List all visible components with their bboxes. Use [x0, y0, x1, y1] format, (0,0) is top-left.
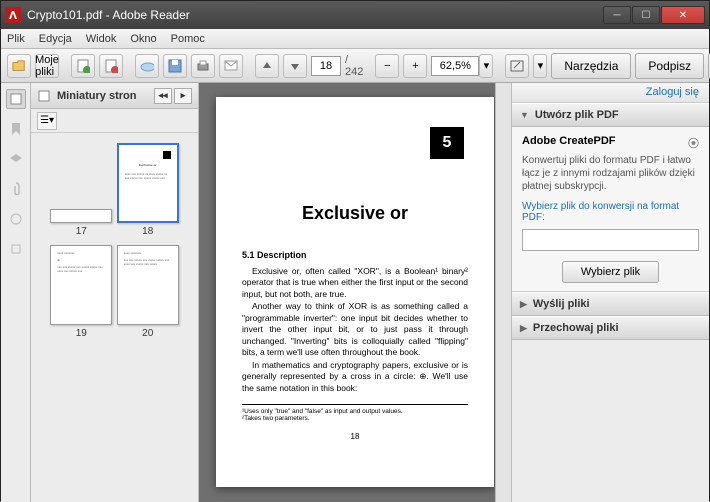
section-heading: 5.1 Description: [242, 250, 468, 260]
toolbar: Moje pliki / 242 − + ▾ ▾ Narzędzia Podpi…: [1, 49, 709, 83]
thumb-prev-button[interactable]: ◂◂: [154, 88, 172, 104]
extra-tab-icon[interactable]: [6, 239, 26, 259]
page-separator: / 242: [345, 54, 363, 78]
zoom-out-button[interactable]: −: [375, 54, 399, 78]
create-pdf-accordion-head[interactable]: ▼Utwórz plik PDF: [512, 103, 709, 127]
choose-file-button[interactable]: Wybierz plik: [562, 261, 659, 283]
thumbnail-18[interactable]: Exclusive orxxxx xxx xxxxx xx xxxx xxxxx…: [117, 143, 179, 237]
maximize-button[interactable]: ☐: [632, 6, 660, 24]
minimize-button[interactable]: ─: [603, 6, 631, 24]
my-files-button[interactable]: Moje pliki: [35, 54, 59, 78]
thumbnails-list[interactable]: 17 Exclusive orxxxx xxx xxxxx xx xxxx xx…: [31, 133, 198, 502]
document-view[interactable]: 5 Exclusive or 5.1 Description Exclusive…: [199, 83, 511, 502]
menu-view[interactable]: Widok: [86, 33, 117, 45]
sign-in-link[interactable]: Zaloguj się: [512, 83, 709, 103]
page-down-button[interactable]: [283, 54, 307, 78]
tools-button[interactable]: Narzędzia: [551, 53, 631, 79]
thumbnails-panel: Miniatury stron ◂◂ ▸ ☰▾ 17 Exclusive orx…: [31, 83, 199, 502]
page-number-input[interactable]: [311, 56, 341, 76]
page-number-footer: 18: [242, 432, 468, 441]
create-pdf-icon[interactable]: [71, 54, 95, 78]
read-mode-icon[interactable]: [505, 54, 529, 78]
thumbnails-tab-icon[interactable]: [6, 89, 26, 109]
export-pdf-icon[interactable]: [99, 54, 123, 78]
save-icon[interactable]: [163, 54, 187, 78]
left-rail: [1, 83, 31, 502]
body-text: Exclusive or, often called "XOR", is a B…: [242, 266, 468, 394]
signatures-tab-icon[interactable]: [6, 209, 26, 229]
sign-button[interactable]: Podpisz: [635, 53, 704, 79]
menu-help[interactable]: Pomoc: [171, 33, 205, 45]
close-button[interactable]: ✕: [661, 6, 705, 24]
thumbnail-20[interactable]: xxxx xxxxxxxxxx xxx xxxxx xxx xxxxx xxxx…: [117, 245, 179, 339]
email-icon[interactable]: [219, 54, 243, 78]
window-title: Crypto101.pdf - Adobe Reader: [27, 8, 603, 22]
title-bar: Crypto101.pdf - Adobe Reader ─ ☐ ✕: [1, 1, 709, 29]
create-pdf-description: Konwertuj pliki do formatu PDF i łatwo ł…: [522, 154, 699, 193]
zoom-dropdown[interactable]: ▾: [479, 54, 493, 78]
send-files-accordion-head[interactable]: ▶Wyślij pliki: [512, 292, 709, 316]
zoom-in-button[interactable]: +: [403, 54, 427, 78]
thumb-next-button[interactable]: ▸: [174, 88, 192, 104]
cloud-icon[interactable]: [135, 54, 159, 78]
thumbnail-17[interactable]: 17: [50, 209, 112, 237]
chapter-number-box: 5: [430, 127, 464, 159]
open-button[interactable]: [7, 54, 31, 78]
zoom-input[interactable]: [431, 56, 479, 76]
right-panel: Zaloguj się ▼Utwórz plik PDF Adobe Creat…: [511, 83, 709, 502]
create-pdf-accordion-body: Adobe CreatePDF ⦿ Konwertuj pliki do for…: [512, 127, 709, 292]
menu-file[interactable]: Plik: [7, 33, 25, 45]
layers-tab-icon[interactable]: [6, 149, 26, 169]
select-file-label: Wybierz plik do konwersji na format PDF:: [522, 201, 699, 223]
thumbnail-19[interactable]: xxxx xxxxxxx⊕xxx xxx xxxxx xxx xxxxx xxx…: [50, 245, 112, 339]
document-page: 5 Exclusive or 5.1 Description Exclusive…: [216, 97, 494, 487]
menu-window[interactable]: Okno: [130, 33, 156, 45]
menu-edit[interactable]: Edycja: [39, 33, 72, 45]
file-path-input[interactable]: [522, 229, 699, 251]
adobe-createpdf-title: Adobe CreatePDF: [522, 135, 616, 151]
app-icon: [5, 7, 21, 23]
menu-bar: Plik Edycja Widok Okno Pomoc: [1, 29, 709, 49]
footnotes: ¹Uses only "true" and "false" as input a…: [242, 404, 468, 422]
store-files-accordion-head[interactable]: ▶Przechowaj pliki: [512, 316, 709, 340]
thumb-options-button[interactable]: ☰▾: [37, 112, 57, 130]
bookmarks-tab-icon[interactable]: [6, 119, 26, 139]
page-up-button[interactable]: [255, 54, 279, 78]
view-dropdown[interactable]: ▾: [533, 54, 547, 78]
createpdf-info-icon[interactable]: ⦿: [688, 135, 699, 151]
thumbnails-header: Miniatury stron ◂◂ ▸: [31, 83, 198, 109]
print-icon[interactable]: [191, 54, 215, 78]
vertical-scrollbar[interactable]: [495, 83, 511, 502]
chapter-title: Exclusive or: [242, 203, 468, 224]
attachments-tab-icon[interactable]: [6, 179, 26, 199]
